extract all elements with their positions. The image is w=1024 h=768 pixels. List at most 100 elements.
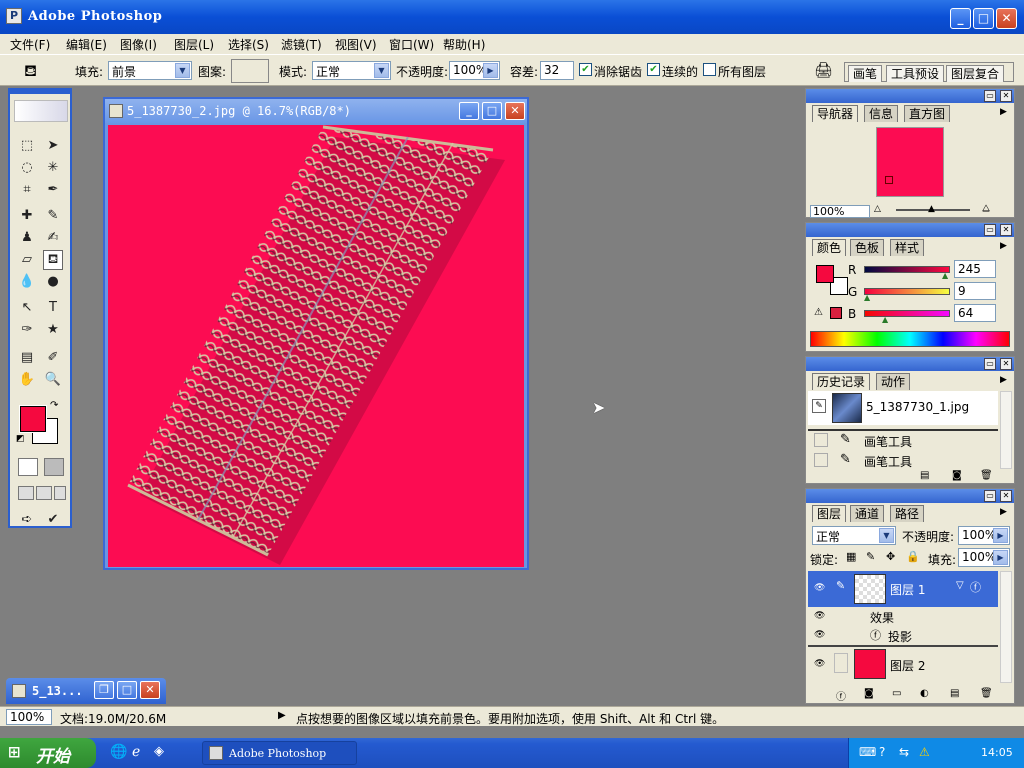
menu-image[interactable]: 图像(I) [120,36,157,53]
color-spectrum-bar[interactable] [810,331,1010,347]
panel-menu-icon[interactable]: ▶ [1000,375,1007,385]
zoom-in-icon[interactable]: ⧋ [982,204,990,214]
menu-file[interactable]: 文件(F) [10,36,50,53]
eye-icon[interactable]: 👁 [814,583,825,593]
doc-minimize-button[interactable]: _ [459,102,479,120]
panel-minimize-button[interactable]: ▭ [984,224,996,236]
brush-icon[interactable]: ✎ [43,206,63,226]
dodge-icon[interactable]: ● [43,272,63,292]
panel-menu-icon[interactable]: ▶ [1000,107,1007,117]
b-input[interactable]: 64 [954,304,996,322]
panel-close-button[interactable]: ✕ [1000,224,1012,236]
close-button[interactable]: ✕ [996,8,1017,29]
opacity-input[interactable]: 100% ▶ [449,61,500,80]
menu-view[interactable]: 视图(V) [335,36,377,53]
network-icon[interactable]: ⇆ [899,745,909,759]
link-box[interactable] [834,653,848,673]
gamut-color-swatch[interactable] [830,307,842,319]
layer-row-1[interactable]: 👁 ✎ 图层 1 ▽ ⓕ [808,571,998,607]
status-zoom-input[interactable]: 100% [6,709,52,725]
mode-select[interactable]: 正常 ▼ [312,61,391,80]
menu-help[interactable]: 帮助(H) [443,36,485,53]
zoom-icon[interactable]: 🔍 [43,370,63,390]
maximize-button[interactable]: □ [973,8,994,29]
gamut-warning-icon[interactable]: ⚠ [814,307,823,318]
image-canvas[interactable] [108,125,524,567]
jump-to-imageready-icon[interactable]: ➪ [17,510,37,530]
history-source-box[interactable] [814,453,828,467]
tab-channels[interactable]: 通道 [850,505,885,522]
lock-all-icon[interactable]: 🔒 [906,550,920,563]
doc-close-button[interactable]: ✕ [505,102,525,120]
taskbar-item-photoshop[interactable]: Adobe Photoshop [202,741,357,765]
maximize-button[interactable]: □ [117,681,137,699]
slider-handle-icon[interactable]: ▲ [942,271,948,280]
snapshot-icon[interactable]: ◙ [952,470,962,481]
panel-minimize-button[interactable]: ▭ [984,90,996,102]
panel-close-button[interactable]: ✕ [1000,490,1012,502]
tab-styles[interactable]: 样式 [890,239,925,256]
menu-edit[interactable]: 编辑(E) [66,36,107,53]
layer-row-2[interactable]: 👁 图层 2 [808,647,998,683]
document-size[interactable]: 文档:19.0M/20.6M [60,710,166,727]
check-icon[interactable]: ✔ [43,510,63,530]
standard-mode-icon[interactable] [18,458,38,476]
panel-menu-icon[interactable]: ▶ [1000,241,1007,251]
lock-paint-icon[interactable]: ✎ [866,550,875,563]
all-layers-checkbox[interactable] [703,63,716,76]
type-icon[interactable]: T [43,298,63,318]
quick-mask-icon[interactable] [44,458,64,476]
menu-filter[interactable]: 滤镜(T) [281,36,322,53]
history-item[interactable]: ✎ 画笔工具 [808,451,998,469]
effects-row[interactable]: 👁 效果 [808,607,998,625]
panel-close-button[interactable]: ✕ [1000,90,1012,102]
hand-icon[interactable]: ✋ [17,370,37,390]
panel-close-button[interactable]: ✕ [1000,358,1012,370]
tab-navigator[interactable]: 导航器 [812,105,859,122]
panel-minimize-button[interactable]: ▭ [984,490,996,502]
swap-colors-icon[interactable]: ↷ [50,400,58,411]
healing-brush-icon[interactable]: ✚ [17,206,37,226]
screen-mode-full-menu-icon[interactable] [36,486,52,500]
screen-mode-full-icon[interactable] [54,486,66,500]
lock-position-icon[interactable]: ✥ [886,550,895,563]
blur-icon[interactable]: 💧 [17,272,37,292]
r-input[interactable]: 245 [954,260,996,278]
pen-icon[interactable]: ✑ [17,320,37,340]
palette-tab-brushes[interactable]: 画笔 [848,65,883,82]
contiguous-checkbox[interactable]: ✔ [647,63,660,76]
antialias-checkbox[interactable]: ✔ [579,63,592,76]
history-brush-source-icon[interactable]: ✎ [812,399,826,413]
palette-tab-tool-presets[interactable]: 工具预设 [886,65,945,82]
tolerance-input[interactable]: 32 [540,61,574,80]
menu-window[interactable]: 窗口(W) [389,36,434,53]
add-mask-icon[interactable]: ◙ [864,688,874,699]
tab-layers[interactable]: 图层 [812,505,847,522]
history-scrollbar[interactable] [1000,391,1012,469]
history-snapshot-row[interactable]: ✎ 5_1387730_1.jpg [808,391,998,425]
layers-scrollbar[interactable] [1000,571,1012,683]
tab-color[interactable]: 颜色 [812,239,847,256]
adjustment-layer-icon[interactable]: ◐ [920,688,929,699]
new-layer-icon[interactable]: ▤ [950,688,959,699]
trash-icon[interactable]: 🗑 [980,688,993,699]
color-fg-swatch[interactable] [816,265,834,283]
chevron-down-icon[interactable]: ▽ [956,580,964,591]
default-colors-icon[interactable]: ◩ [16,434,25,444]
doc-maximize-button[interactable]: □ [482,102,502,120]
tab-actions[interactable]: 动作 [876,373,911,390]
panel-menu-icon[interactable]: ▶ [1000,507,1007,517]
stamp-icon[interactable]: ♟ [17,228,37,248]
b-slider[interactable] [864,310,950,317]
new-set-icon[interactable]: ▭ [892,688,901,699]
history-brush-icon[interactable]: ✍ [43,228,63,248]
zoom-out-icon[interactable]: △ [874,204,881,214]
help-icon[interactable]: ? [879,745,885,759]
magic-wand-icon[interactable]: ✳ [43,158,63,178]
menu-layer[interactable]: 图层(L) [174,36,214,53]
slice-icon[interactable]: ✒ [43,180,63,200]
eye-icon[interactable]: 👁 [814,659,825,669]
eye-icon[interactable]: 👁 [814,611,825,621]
navigator-thumbnail[interactable] [876,127,944,197]
tab-paths[interactable]: 路径 [890,505,925,522]
